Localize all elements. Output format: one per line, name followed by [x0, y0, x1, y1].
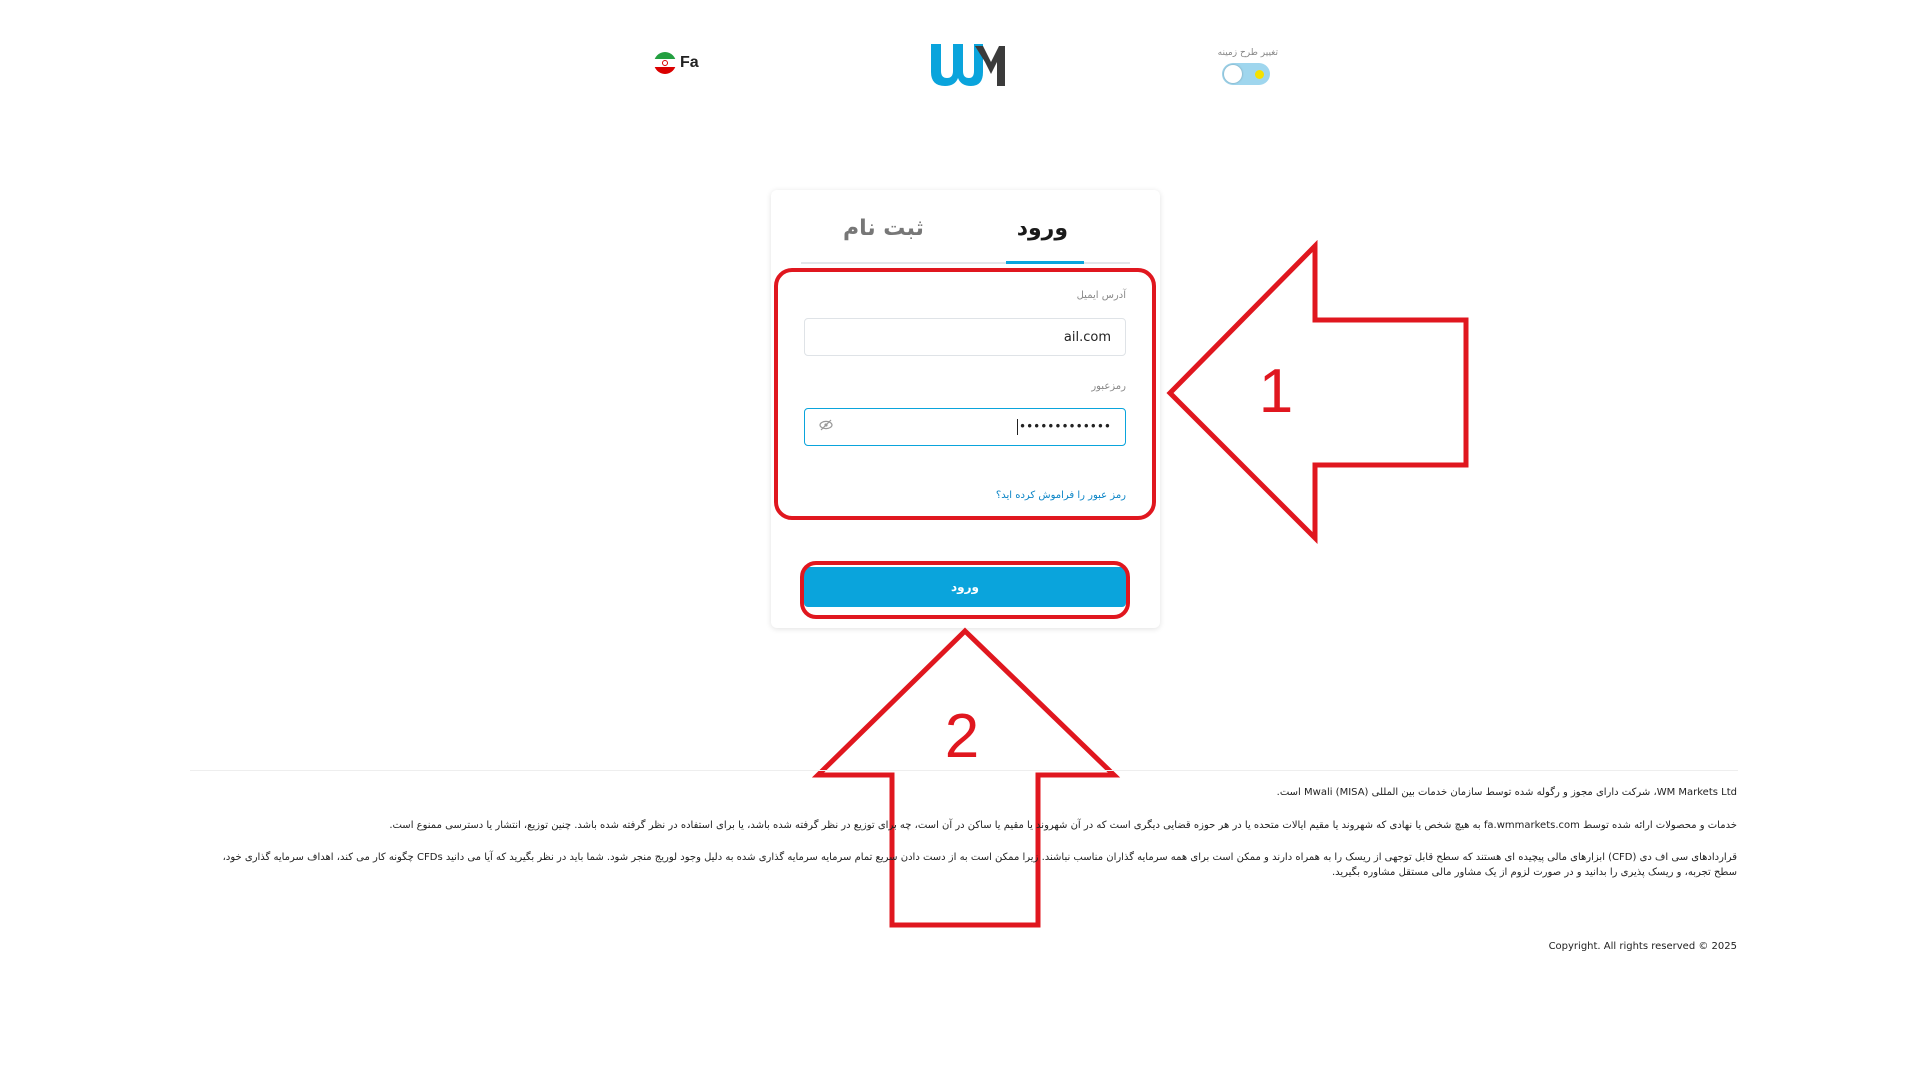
forgot-password-link[interactable]: رمز عبور را فراموش کرده اید؟ — [996, 490, 1126, 501]
copyright-text: Copyright. All rights reserved © 2025 — [1548, 941, 1737, 952]
eye-slash-icon[interactable] — [819, 419, 833, 435]
password-input[interactable]: ••••••••••••• — [804, 408, 1126, 446]
email-input[interactable]: ail.com — [804, 318, 1126, 356]
arrow-2 — [811, 627, 1121, 928]
arrow-1 — [1166, 239, 1469, 545]
footer-divider — [190, 770, 1738, 771]
email-value: ail.com — [1063, 329, 1111, 345]
sun-icon — [1255, 70, 1264, 79]
password-value: ••••••••••••• — [1016, 419, 1111, 435]
auth-tabs: ورود ثبت نام — [771, 190, 1160, 264]
login-submit-button[interactable]: ورود — [804, 567, 1126, 607]
toggle-knob — [1224, 65, 1242, 83]
iran-flag-icon — [654, 52, 676, 74]
arrow-2-number: 2 — [945, 702, 979, 771]
arrow-1-number: 1 — [1259, 357, 1293, 426]
language-label: Fa — [680, 54, 699, 71]
password-label: رمزعبور — [1091, 381, 1126, 392]
active-tab-indicator — [1006, 261, 1084, 264]
email-label: آدرس ایمیل — [1076, 290, 1126, 301]
auth-card: ورود ثبت نام آدرس ایمیل ail.com رمزعبور … — [771, 190, 1160, 628]
wm-logo[interactable] — [925, 40, 1005, 92]
theme-switcher[interactable]: تغییر طرح زمینه — [1216, 48, 1278, 85]
theme-toggle[interactable] — [1222, 63, 1270, 85]
tab-login[interactable]: ورود — [1017, 216, 1068, 241]
footer-license-text: WM Markets Ltd، شرکت دارای مجوز و رگوله … — [1276, 787, 1737, 798]
theme-toggle-label: تغییر طرح زمینه — [1217, 48, 1278, 58]
tab-register[interactable]: ثبت نام — [843, 216, 924, 241]
footer-restriction-text: خدمات و محصولات ارائه شده توسط fa.wmmark… — [389, 820, 1737, 831]
footer-risk-warning: قراردادهای سی اف دی (CFD) ابزارهای مالی … — [222, 852, 1737, 878]
language-selector[interactable]: Fa — [654, 52, 699, 74]
